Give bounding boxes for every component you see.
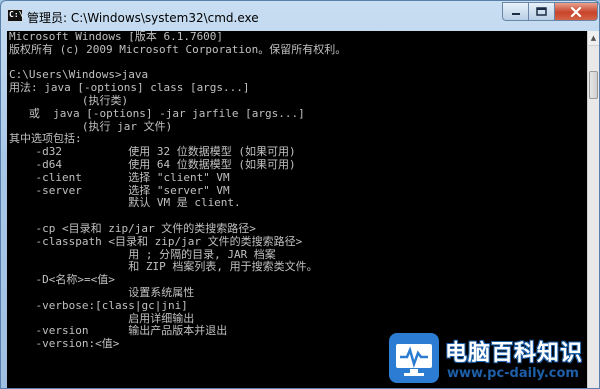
console-line: -client 选择 "client" VM <box>9 170 230 184</box>
title-bar[interactable]: C:\ 管理员: C:\Windows\system32\cmd.exe <box>1 1 599 31</box>
console-line: 设置系统属性 <box>9 285 195 299</box>
watermark-monitor-icon <box>389 333 439 383</box>
minimize-icon <box>511 12 520 15</box>
console-line: -classpath <目录和 zip/jar 文件的类搜索路径> <box>9 234 303 248</box>
console-line: -d64 使用 64 位数据模型 (如果可用) <box>9 157 296 171</box>
cmd-app-icon[interactable]: C:\ <box>7 9 23 22</box>
console-line: 版权所有 (c) 2009 Microsoft Corporation。保留所有… <box>9 42 347 56</box>
watermark-logo: 电脑百科知识 www.pc-daily.com <box>389 329 594 387</box>
console-lines: Microsoft Windows [版本 6.1.7600] 版权所有 (c) … <box>9 31 346 351</box>
console-line: 或 java [-options] -jar jarfile [args...] <box>9 106 305 120</box>
scroll-up-button[interactable]: ▲ <box>588 31 599 46</box>
console-line: Microsoft Windows [版本 6.1.7600] <box>9 31 224 43</box>
console-line: -cp <目录和 zip/jar 文件的类搜索路径> <box>9 221 256 235</box>
console-line: -verbose:[class|gc|jni] <box>9 298 188 312</box>
console-line: -version:<值> <box>9 337 120 351</box>
minimize-button[interactable] <box>502 2 529 21</box>
scroll-thumb[interactable] <box>589 71 598 99</box>
window-title: 管理员: C:\Windows\system32\cmd.exe <box>27 11 259 25</box>
maximize-button[interactable] <box>529 2 555 21</box>
watermark-title: 电脑百科知识 <box>445 341 584 366</box>
console-line: (执行类) <box>9 93 129 107</box>
watermark-url: www.pc-daily.com <box>447 366 579 381</box>
maximize-icon <box>536 7 547 16</box>
close-icon <box>570 6 582 17</box>
console-line: 默认 VM 是 client. <box>9 196 241 210</box>
close-button[interactable] <box>555 2 598 21</box>
